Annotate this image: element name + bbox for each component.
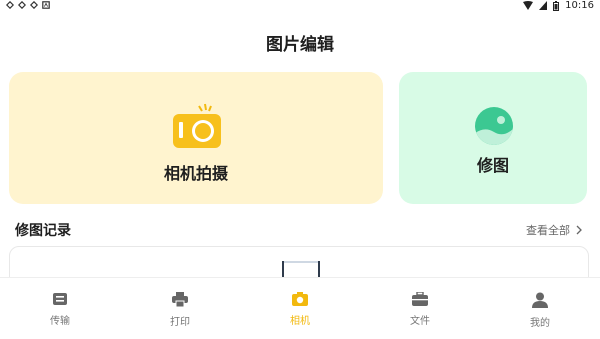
transfer-icon: [53, 293, 67, 305]
section-title-edit-records: 修图记录: [15, 223, 71, 239]
camera-capture-label: 相机拍摄: [163, 164, 228, 183]
bottom-tab-bar: 传输 打印 相机 文件 我的: [0, 277, 600, 339]
camera-icon: [171, 100, 223, 154]
notification-icon-3: [30, 1, 38, 9]
tab-camera[interactable]: 相机: [255, 278, 345, 327]
signal-icon: [539, 1, 548, 10]
view-all-link[interactable]: 查看全部: [526, 222, 582, 238]
page-title: 图片编辑: [266, 35, 334, 55]
tab-mine-label: 我的: [530, 318, 550, 329]
clock: 10:16: [565, 0, 594, 11]
notification-icon-4: [42, 1, 50, 9]
notification-icons: [6, 1, 50, 9]
printer-icon: [172, 292, 188, 307]
system-status: 10:16: [523, 0, 594, 11]
wifi-icon: [523, 1, 534, 10]
notification-icon-2: [18, 1, 26, 9]
tab-mine[interactable]: 我的: [495, 278, 585, 329]
tab-files-label: 文件: [410, 316, 430, 327]
chevron-right-icon: [576, 225, 582, 235]
tab-camera-label: 相机: [290, 316, 310, 327]
tab-transfer-label: 传输: [50, 316, 70, 327]
notification-icon-1: [6, 1, 14, 9]
tab-files[interactable]: 文件: [375, 278, 465, 327]
briefcase-icon: [412, 292, 428, 306]
tab-print-label: 打印: [170, 317, 190, 328]
status-bar: 10:16: [0, 0, 600, 12]
camera-icon: [292, 292, 308, 306]
photo-edit-label: 修图: [476, 156, 509, 175]
tab-print[interactable]: 打印: [135, 278, 225, 328]
battery-icon: [553, 0, 560, 11]
view-all-label: 查看全部: [526, 224, 570, 237]
tab-transfer[interactable]: 传输: [15, 278, 105, 327]
photo-edit-icon: [474, 106, 514, 150]
user-icon: [532, 292, 548, 308]
